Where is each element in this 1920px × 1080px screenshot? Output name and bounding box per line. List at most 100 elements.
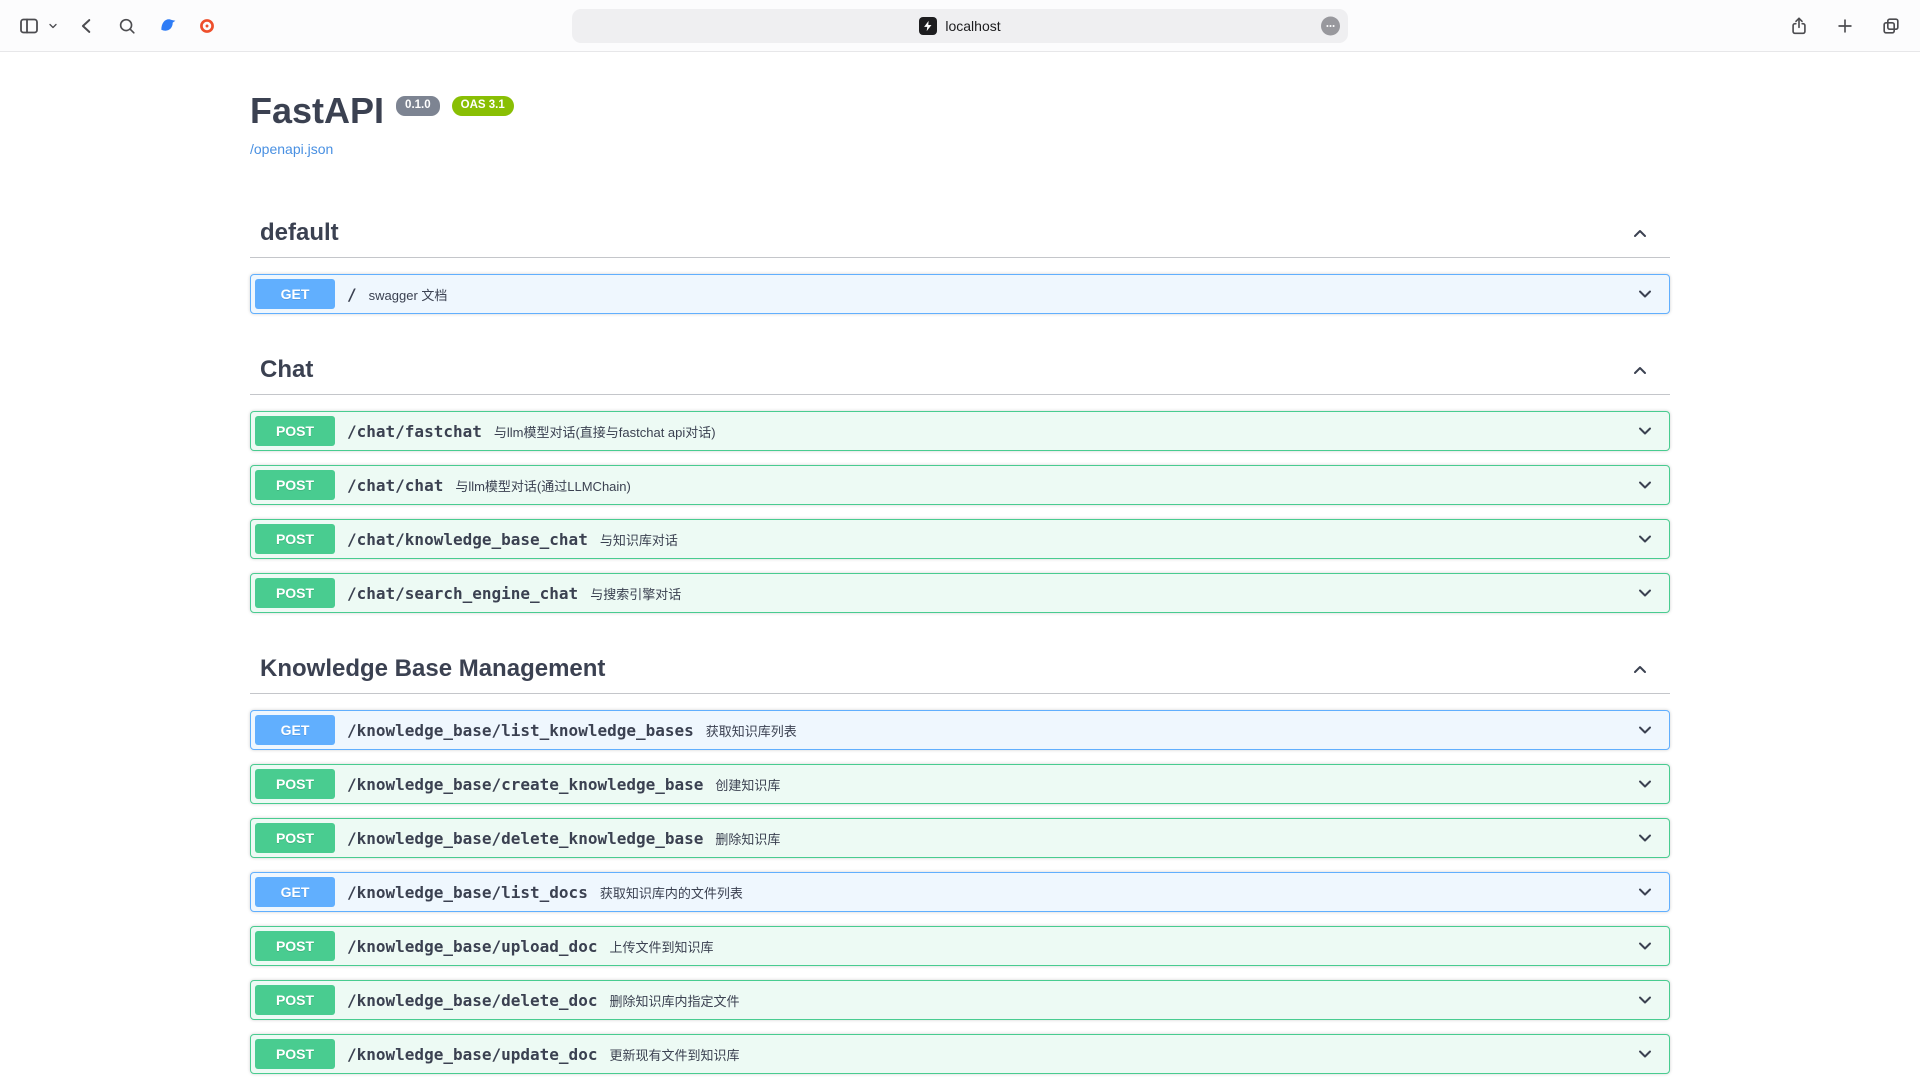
orange-extension-button[interactable] (194, 13, 220, 39)
operation-row[interactable]: GET /knowledge_base/list_knowledge_bases… (250, 710, 1670, 750)
operation-path: /knowledge_base/list_knowledge_bases (335, 721, 706, 740)
method-badge: POST (255, 823, 335, 853)
operation-summary-bar[interactable]: GET /knowledge_base/list_docs 获取知识库内的文件列… (251, 873, 1669, 911)
page-content: FastAPI 0.1.0 OAS 3.1 /openapi.json defa… (0, 52, 1920, 1080)
operation-summary-bar[interactable]: POST /chat/chat 与llm模型对话(通过LLMChain) (251, 466, 1669, 504)
operation-summary: 更新现有文件到知识库 (609, 1045, 1635, 1064)
sidebar-toggle-icon (18, 15, 40, 37)
collapse-section-icon[interactable] (1630, 360, 1650, 380)
section-title: Knowledge Base Management (260, 655, 605, 683)
new-tab-button[interactable] (1832, 13, 1858, 39)
expand-operation-icon[interactable] (1635, 583, 1655, 603)
operation-summary: 与知识库对话 (600, 530, 1635, 549)
sidebar-toggle-button[interactable] (16, 13, 42, 39)
operation-row[interactable]: POST /chat/knowledge_base_chat 与知识库对话 (250, 519, 1670, 559)
operation-summary-bar[interactable]: POST /chat/knowledge_base_chat 与知识库对话 (251, 520, 1669, 558)
method-badge: POST (255, 578, 335, 608)
operation-list: GET / swagger 文档 (250, 274, 1670, 336)
operation-path: /knowledge_base/update_doc (335, 1045, 609, 1064)
operation-row[interactable]: POST /knowledge_base/delete_knowledge_ba… (250, 818, 1670, 858)
blue-extension-button[interactable] (154, 13, 180, 39)
site-favicon-icon (919, 17, 937, 35)
orange-extension-icon (198, 17, 216, 35)
operation-row[interactable]: POST /knowledge_base/update_doc 更新现有文件到知… (250, 1034, 1670, 1074)
operation-row[interactable]: POST /knowledge_base/create_knowledge_ba… (250, 764, 1670, 804)
expand-operation-icon[interactable] (1635, 475, 1655, 495)
method-badge: GET (255, 279, 335, 309)
url-text: localhost (945, 18, 1000, 34)
expand-operation-icon[interactable] (1635, 774, 1655, 794)
method-badge: POST (255, 769, 335, 799)
operation-summary-bar[interactable]: POST /knowledge_base/update_doc 更新现有文件到知… (251, 1035, 1669, 1073)
tag-section: Knowledge Base Management GET /knowledge… (250, 645, 1670, 1080)
expand-operation-icon[interactable] (1635, 720, 1655, 740)
chevron-down-icon (47, 20, 59, 32)
search-button[interactable] (114, 13, 140, 39)
tag-section: default GET / swagger 文档 (250, 209, 1670, 336)
operation-summary-bar[interactable]: GET / swagger 文档 (251, 275, 1669, 313)
operation-summary-bar[interactable]: POST /chat/search_engine_chat 与搜索引擎对话 (251, 574, 1669, 612)
operation-path: /chat/fastchat (335, 422, 494, 441)
operation-row[interactable]: POST /chat/fastchat 与llm模型对话(直接与fastchat… (250, 411, 1670, 451)
collapse-section-icon[interactable] (1630, 223, 1650, 243)
tab-overview-icon (1881, 16, 1901, 36)
operation-summary-bar[interactable]: POST /knowledge_base/delete_knowledge_ba… (251, 819, 1669, 857)
operation-summary-bar[interactable]: POST /chat/fastchat 与llm模型对话(直接与fastchat… (251, 412, 1669, 450)
expand-operation-icon[interactable] (1635, 936, 1655, 956)
chevron-left-icon (77, 16, 97, 36)
operation-summary: 获取知识库内的文件列表 (600, 883, 1635, 902)
operation-row[interactable]: POST /knowledge_base/delete_doc 删除知识库内指定… (250, 980, 1670, 1020)
operation-summary: 与llm模型对话(直接与fastchat api对话) (494, 422, 1635, 441)
expand-operation-icon[interactable] (1635, 284, 1655, 304)
section-header[interactable]: Chat (250, 346, 1670, 395)
operation-path: /knowledge_base/delete_doc (335, 991, 609, 1010)
version-badge: 0.1.0 (396, 96, 440, 116)
operation-summary-bar[interactable]: POST /knowledge_base/delete_doc 删除知识库内指定… (251, 981, 1669, 1019)
operation-summary-bar[interactable]: POST /knowledge_base/create_knowledge_ba… (251, 765, 1669, 803)
section-title: default (260, 219, 339, 247)
share-icon (1789, 16, 1809, 36)
page-title: FastAPI 0.1.0 OAS 3.1 (250, 90, 1670, 131)
tab-overview-button[interactable] (1878, 13, 1904, 39)
api-title-text: FastAPI (250, 90, 384, 131)
method-badge: POST (255, 416, 335, 446)
operation-path: /knowledge_base/delete_knowledge_base (335, 829, 715, 848)
method-badge: GET (255, 877, 335, 907)
method-badge: POST (255, 985, 335, 1015)
operation-path: /chat/knowledge_base_chat (335, 530, 600, 549)
operation-summary: swagger 文档 (369, 285, 1635, 304)
operation-summary: 删除知识库 (715, 829, 1635, 848)
operation-summary-bar[interactable]: POST /knowledge_base/upload_doc 上传文件到知识库 (251, 927, 1669, 965)
address-bar[interactable]: localhost (572, 9, 1348, 43)
expand-operation-icon[interactable] (1635, 990, 1655, 1010)
expand-operation-icon[interactable] (1635, 529, 1655, 549)
api-info: FastAPI 0.1.0 OAS 3.1 /openapi.json (250, 52, 1670, 159)
operation-row[interactable]: GET / swagger 文档 (250, 274, 1670, 314)
operation-row[interactable]: GET /knowledge_base/list_docs 获取知识库内的文件列… (250, 872, 1670, 912)
operation-summary: 与llm模型对话(通过LLMChain) (455, 476, 1635, 495)
search-icon (117, 16, 137, 36)
section-header[interactable]: default (250, 209, 1670, 258)
expand-operation-icon[interactable] (1635, 421, 1655, 441)
api-sections: default GET / swagger 文档 Chat POST /ch (250, 209, 1670, 1080)
openapi-spec-link[interactable]: /openapi.json (250, 141, 333, 157)
operation-summary: 删除知识库内指定文件 (609, 991, 1635, 1010)
expand-operation-icon[interactable] (1635, 882, 1655, 902)
operation-summary-bar[interactable]: GET /knowledge_base/list_knowledge_bases… (251, 711, 1669, 749)
plus-icon (1835, 16, 1855, 36)
method-badge: GET (255, 715, 335, 745)
expand-operation-icon[interactable] (1635, 1044, 1655, 1064)
operation-row[interactable]: POST /knowledge_base/upload_doc 上传文件到知识库 (250, 926, 1670, 966)
operation-row[interactable]: POST /chat/search_engine_chat 与搜索引擎对话 (250, 573, 1670, 613)
method-badge: POST (255, 931, 335, 961)
expand-operation-icon[interactable] (1635, 828, 1655, 848)
sidebar-menu-button[interactable] (46, 13, 60, 39)
back-button[interactable] (74, 13, 100, 39)
page-settings-icon[interactable] (1321, 16, 1340, 35)
share-button[interactable] (1786, 13, 1812, 39)
tag-section: Chat POST /chat/fastchat 与llm模型对话(直接与fas… (250, 346, 1670, 635)
collapse-section-icon[interactable] (1630, 659, 1650, 679)
section-header[interactable]: Knowledge Base Management (250, 645, 1670, 694)
operation-row[interactable]: POST /chat/chat 与llm模型对话(通过LLMChain) (250, 465, 1670, 505)
operation-path: /knowledge_base/create_knowledge_base (335, 775, 715, 794)
